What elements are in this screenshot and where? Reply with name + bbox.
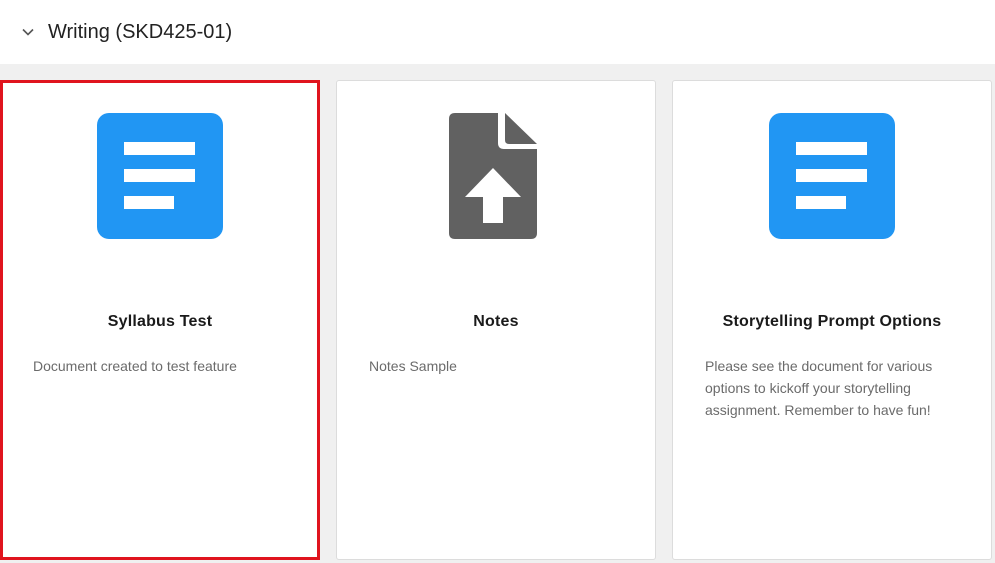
card-description: Document created to test feature <box>33 358 237 374</box>
document-icon <box>97 113 223 239</box>
document-icon <box>769 113 895 239</box>
card-description: Notes Sample <box>369 358 457 374</box>
card-title: Storytelling Prompt Options <box>722 313 942 330</box>
section-title[interactable]: Writing (SKD425-01) <box>48 20 232 44</box>
materials-grid: Syllabus Test Document created to test f… <box>0 64 995 563</box>
card-title: Syllabus Test <box>107 313 213 330</box>
section-header: Writing (SKD425-01) <box>0 0 995 64</box>
card-description: Please see the document for various opti… <box>705 358 933 418</box>
material-card-syllabus-test[interactable]: Syllabus Test Document created to test f… <box>0 80 320 560</box>
material-card-notes[interactable]: Notes Notes Sample <box>336 80 656 560</box>
material-card-storytelling-prompt-options[interactable]: Storytelling Prompt Options Please see t… <box>672 80 992 560</box>
chevron-down-icon[interactable] <box>20 24 36 40</box>
file-upload-icon <box>433 113 559 239</box>
card-title: Notes <box>473 313 519 330</box>
